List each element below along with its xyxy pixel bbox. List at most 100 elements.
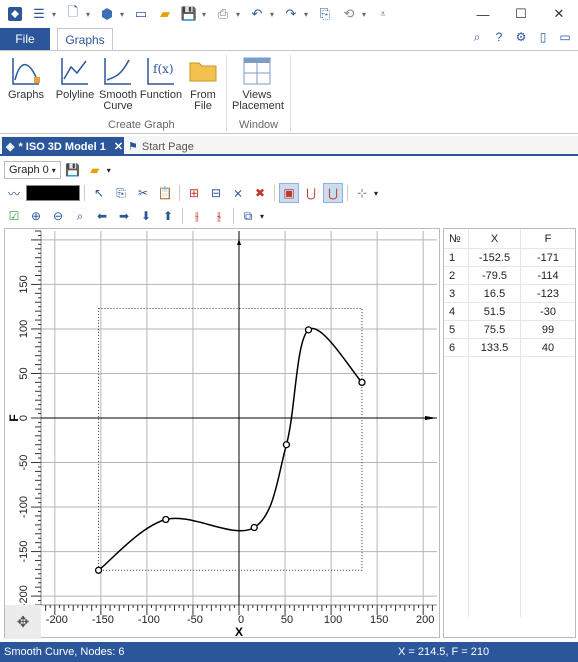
table-row[interactable]: 1 -152.5 -171 (444, 249, 575, 267)
tab-iso-3d-model[interactable]: ◈ * ISO 3D Model 1 ✕ (2, 137, 124, 156)
tab-file[interactable]: File (0, 28, 50, 50)
cell-x[interactable]: -152.5 (468, 249, 520, 266)
from-file-button[interactable]: From File (186, 55, 220, 112)
pan-move-icon[interactable]: ✥ (5, 605, 41, 639)
properties-icon[interactable]: ⎘ (314, 3, 336, 25)
cell-x[interactable]: 51.5 (468, 303, 520, 320)
line-style-icon[interactable]: 〰 (4, 183, 24, 203)
minimize-icon[interactable]: — (464, 0, 502, 28)
undo-icon[interactable]: ↶ (246, 3, 268, 25)
zoom-in-icon[interactable]: ⊕ (26, 206, 46, 226)
table-row[interactable]: 5 75.5 99 (444, 321, 575, 339)
smooth-curve[interactable] (98, 327, 363, 571)
cell-x[interactable]: 16.5 (468, 285, 520, 302)
curve-node[interactable] (94, 566, 103, 574)
cell-x[interactable]: 75.5 (468, 321, 520, 338)
node-table[interactable]: № X F 1 -152.5 -171 2 -79.5 -114 3 16.5 -123 4… (443, 228, 576, 638)
app-logo-icon[interactable] (4, 3, 26, 25)
pan-up-icon[interactable]: ⬆ (158, 206, 178, 226)
maximize-icon[interactable]: ☐ (502, 0, 540, 28)
redo-dropdown-icon[interactable]: ▾ (304, 10, 312, 19)
curve-node[interactable] (162, 515, 170, 524)
function-button[interactable]: f(x) Function (138, 55, 184, 101)
cell-f[interactable]: -123 (520, 285, 575, 302)
align-icon[interactable]: ⊹ (352, 183, 372, 203)
table-row[interactable]: 6 133.5 40 (444, 339, 575, 357)
magnet-icon[interactable]: ⋃ (301, 183, 321, 203)
menu-dropdown-icon[interactable]: ▾ (52, 10, 60, 19)
graph-svg[interactable]: -200 -150 -100 -50 0 50 100 150 200-200-150-100-… (5, 229, 441, 639)
curve-node[interactable] (282, 441, 291, 449)
history-icon[interactable]: ⟲ (338, 3, 360, 25)
cell-x[interactable]: 133.5 (468, 339, 520, 356)
snap-node-icon[interactable]: ▣ (279, 183, 299, 203)
cell-f[interactable]: -171 (520, 249, 575, 266)
pan-down-icon[interactable]: ⬇ (136, 206, 156, 226)
table-row[interactable]: 2 -79.5 -114 (444, 267, 575, 285)
pan-left-icon[interactable]: ⬅ (92, 206, 112, 226)
polyline-button[interactable]: Polyline (54, 55, 96, 101)
cube-icon[interactable] (96, 3, 118, 25)
customize-qat-icon[interactable]: ⩡ (372, 3, 394, 25)
curve-node[interactable] (304, 326, 313, 334)
table-row[interactable]: 4 51.5 -30 (444, 303, 575, 321)
zoom-out-icon[interactable]: ⊖ (48, 206, 68, 226)
cell-f[interactable]: 99 (520, 321, 575, 338)
paste-icon[interactable]: 📋 (155, 183, 175, 203)
open-folder-icon[interactable]: ▰ (154, 3, 176, 25)
zoom-window-icon[interactable]: ⌕ (70, 206, 90, 226)
open-dropdown-icon[interactable]: ▾ (107, 166, 111, 175)
table-row[interactable]: 3 16.5 -123 (444, 285, 575, 303)
history-dropdown-icon[interactable]: ▾ (362, 10, 370, 19)
cell-f[interactable]: -30 (520, 303, 575, 320)
redo-icon[interactable]: ↷ (280, 3, 302, 25)
remove-node-icon[interactable]: ⨯ (228, 183, 248, 203)
cube-dropdown-icon[interactable]: ▾ (120, 10, 128, 19)
help-icon[interactable]: ? (490, 30, 508, 45)
vertical-grid-icon[interactable]: ⫲ (187, 206, 207, 226)
tab-start-page[interactable]: ⚑ Start Page (128, 137, 194, 156)
fit-view-icon[interactable]: ☑ (4, 206, 24, 226)
new-dropdown-icon[interactable]: ▾ (86, 10, 94, 19)
align-dropdown-icon[interactable]: ▾ (374, 189, 378, 198)
menu-icon[interactable]: ☰ (28, 3, 50, 25)
close-tab-icon[interactable]: ✕ (114, 140, 123, 153)
window-icon[interactable]: ▭ (130, 3, 152, 25)
magnet-active-icon[interactable]: ⋃ (323, 183, 343, 203)
view-options-icon[interactable]: ⧉ (238, 206, 258, 226)
gear-icon[interactable]: ⚙ (512, 30, 530, 45)
graph-select[interactable]: Graph 0 ▾ (4, 161, 61, 179)
pan-right-icon[interactable]: ➡ (114, 206, 134, 226)
graphs-button[interactable]: Graphs (6, 55, 46, 101)
save-icon[interactable]: 💾 (178, 3, 200, 25)
add-node-icon[interactable]: ⊞ (184, 183, 204, 203)
close-icon[interactable]: ✕ (540, 0, 578, 28)
cut-icon[interactable]: ✂ (133, 183, 153, 203)
tab-graphs[interactable]: Graphs (57, 28, 113, 51)
panel-icon[interactable]: ▭ (556, 30, 574, 45)
open-folder-icon[interactable]: ▰ (85, 160, 105, 180)
curve-node[interactable] (250, 523, 258, 532)
save-icon[interactable]: 💾 (63, 160, 83, 180)
curve-node[interactable] (358, 378, 366, 387)
horizontal-grid-icon[interactable]: ⫳ (209, 206, 229, 226)
cell-x[interactable]: -79.5 (468, 267, 520, 284)
smooth-curve-button[interactable]: Smooth Curve (98, 55, 138, 112)
layout-icon[interactable]: ▯ (534, 30, 552, 45)
print-icon[interactable]: ⎙ (212, 3, 234, 25)
undo-dropdown-icon[interactable]: ▾ (270, 10, 278, 19)
graph-canvas[interactable]: -200 -150 -100 -50 0 50 100 150 200 -200 -150 -100-… (4, 228, 441, 639)
cell-f[interactable]: -114 (520, 267, 575, 284)
views-placement-button[interactable]: Views Placement (230, 55, 284, 112)
search-icon[interactable]: ⌕ (468, 30, 486, 45)
select-node-icon[interactable]: ↖ (89, 183, 109, 203)
new-document-icon[interactable]: 🗋 (62, 3, 84, 25)
copy-icon[interactable]: ⎘ (111, 183, 131, 203)
cell-f[interactable]: 40 (520, 339, 575, 356)
insert-node-icon[interactable]: ⊟ (206, 183, 226, 203)
save-dropdown-icon[interactable]: ▾ (202, 10, 210, 19)
print-dropdown-icon[interactable]: ▾ (236, 10, 244, 19)
line-color-picker[interactable] (26, 185, 80, 201)
delete-icon[interactable]: ✖ (250, 183, 270, 203)
table-row-empty[interactable] (444, 357, 575, 617)
